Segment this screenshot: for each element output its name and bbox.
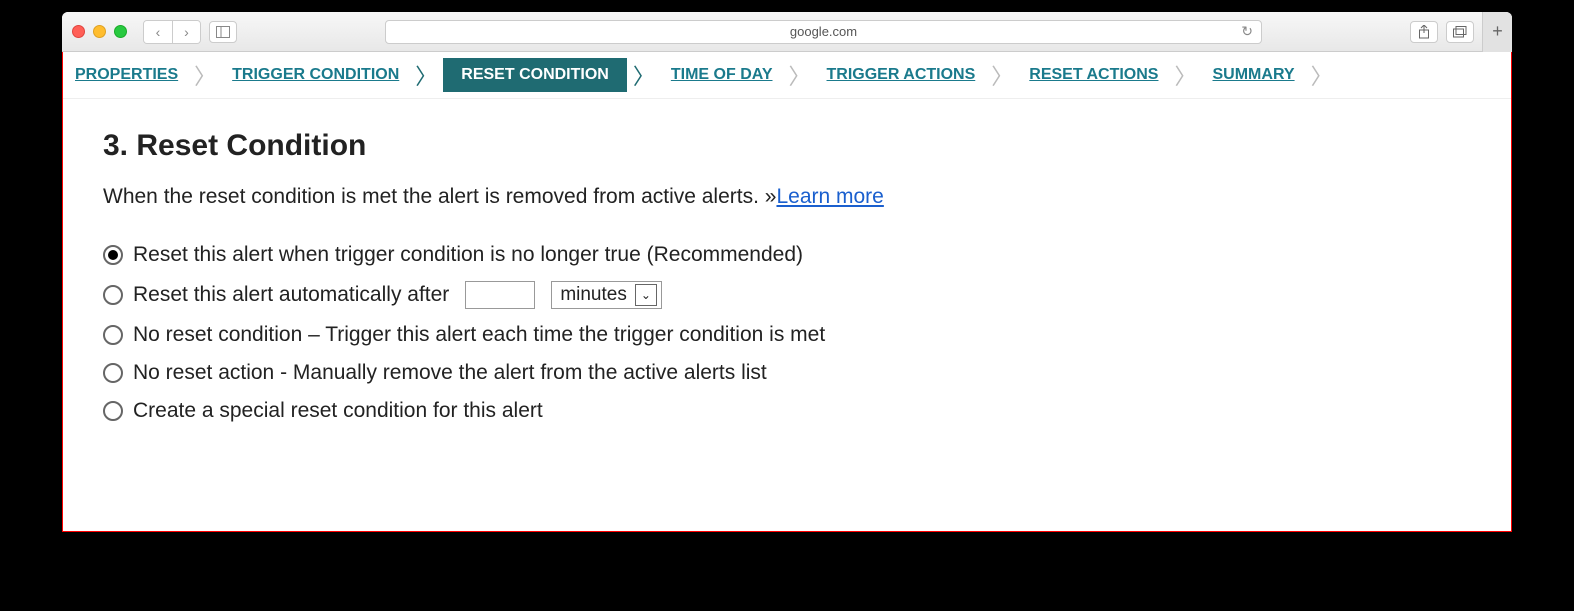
chevron-right-icon: › bbox=[184, 24, 189, 40]
time-unit-value: minutes bbox=[560, 284, 627, 306]
reload-icon[interactable]: ↻ bbox=[1241, 23, 1253, 40]
step-separator-icon: 〉 bbox=[1168, 59, 1202, 91]
option-label: No reset action - Manually remove the al… bbox=[133, 361, 767, 385]
minimize-window-button[interactable] bbox=[93, 25, 106, 38]
option-reset-automatically-after[interactable]: Reset this alert automatically after min… bbox=[103, 281, 1471, 309]
browser-window: ‹ › google.com ↻ bbox=[62, 12, 1512, 532]
nav-button-group: ‹ › bbox=[143, 20, 201, 44]
learn-more-link[interactable]: Learn more bbox=[776, 185, 883, 208]
step-separator-icon: 〉 bbox=[1305, 59, 1339, 91]
reset-options: Reset this alert when trigger condition … bbox=[103, 243, 1471, 423]
address-bar[interactable]: google.com ↻ bbox=[385, 20, 1262, 44]
description-text: When the reset condition is met the aler… bbox=[103, 185, 776, 208]
option-no-reset-condition[interactable]: No reset condition – Trigger this alert … bbox=[103, 323, 1471, 347]
sidebar-toggle-button[interactable] bbox=[209, 21, 237, 43]
forward-button[interactable]: › bbox=[172, 21, 200, 43]
sidebar-icon bbox=[216, 26, 230, 38]
option-label: Create a special reset condition for thi… bbox=[133, 399, 543, 423]
toolbar-right-group bbox=[1410, 21, 1474, 43]
page-heading: 3. Reset Condition bbox=[103, 129, 1471, 163]
wizard-step-trigger-condition[interactable]: TRIGGER CONDITION bbox=[222, 60, 409, 90]
time-unit-dropdown[interactable]: minutes ⌄ bbox=[551, 281, 662, 309]
chevron-left-icon: ‹ bbox=[156, 24, 161, 40]
browser-toolbar: ‹ › google.com ↻ bbox=[62, 12, 1512, 52]
option-reset-when-no-longer-true[interactable]: Reset this alert when trigger condition … bbox=[103, 243, 1471, 267]
page-content: PROPERTIES 〉 TRIGGER CONDITION 〉 RESET C… bbox=[62, 52, 1512, 532]
wizard-step-properties[interactable]: PROPERTIES bbox=[65, 60, 188, 90]
option-label: Reset this alert automatically after bbox=[133, 283, 449, 307]
option-special-reset-condition[interactable]: Create a special reset condition for thi… bbox=[103, 399, 1471, 423]
step-separator-icon: 〉 bbox=[783, 59, 817, 91]
radio-icon[interactable] bbox=[103, 363, 123, 383]
radio-icon[interactable] bbox=[103, 245, 123, 265]
chevron-down-icon: ⌄ bbox=[635, 284, 657, 306]
close-window-button[interactable] bbox=[72, 25, 85, 38]
share-button[interactable] bbox=[1410, 21, 1438, 43]
step-separator-icon: 〉 bbox=[627, 59, 661, 91]
wizard-step-reset-actions[interactable]: RESET ACTIONS bbox=[1019, 60, 1168, 90]
wizard-step-summary[interactable]: SUMMARY bbox=[1203, 60, 1305, 90]
address-text: google.com bbox=[790, 24, 857, 39]
radio-icon[interactable] bbox=[103, 325, 123, 345]
page-description: When the reset condition is met the aler… bbox=[103, 185, 1471, 209]
tabs-icon bbox=[1453, 26, 1467, 38]
maximize-window-button[interactable] bbox=[114, 25, 127, 38]
page-body: 3. Reset Condition When the reset condit… bbox=[63, 99, 1511, 453]
wizard-step-trigger-actions[interactable]: TRIGGER ACTIONS bbox=[817, 60, 986, 90]
option-no-reset-action[interactable]: No reset action - Manually remove the al… bbox=[103, 361, 1471, 385]
radio-icon[interactable] bbox=[103, 401, 123, 421]
option-label: Reset this alert when trigger condition … bbox=[133, 243, 803, 267]
new-tab-button[interactable]: + bbox=[1482, 12, 1512, 52]
back-button[interactable]: ‹ bbox=[144, 21, 172, 43]
auto-reset-value-input[interactable] bbox=[465, 281, 535, 309]
wizard-steps: PROPERTIES 〉 TRIGGER CONDITION 〉 RESET C… bbox=[63, 52, 1511, 99]
wizard-step-reset-condition[interactable]: RESET CONDITION bbox=[443, 58, 627, 92]
wizard-step-time-of-day[interactable]: TIME OF DAY bbox=[661, 60, 783, 90]
step-separator-icon: 〉 bbox=[985, 59, 1019, 91]
window-controls bbox=[72, 25, 127, 38]
tabs-button[interactable] bbox=[1446, 21, 1474, 43]
option-label: No reset condition – Trigger this alert … bbox=[133, 323, 825, 347]
step-separator-icon: 〉 bbox=[409, 59, 443, 91]
step-separator-icon: 〉 bbox=[188, 59, 222, 91]
radio-icon[interactable] bbox=[103, 285, 123, 305]
plus-icon: + bbox=[1492, 21, 1503, 42]
share-icon bbox=[1418, 25, 1430, 39]
